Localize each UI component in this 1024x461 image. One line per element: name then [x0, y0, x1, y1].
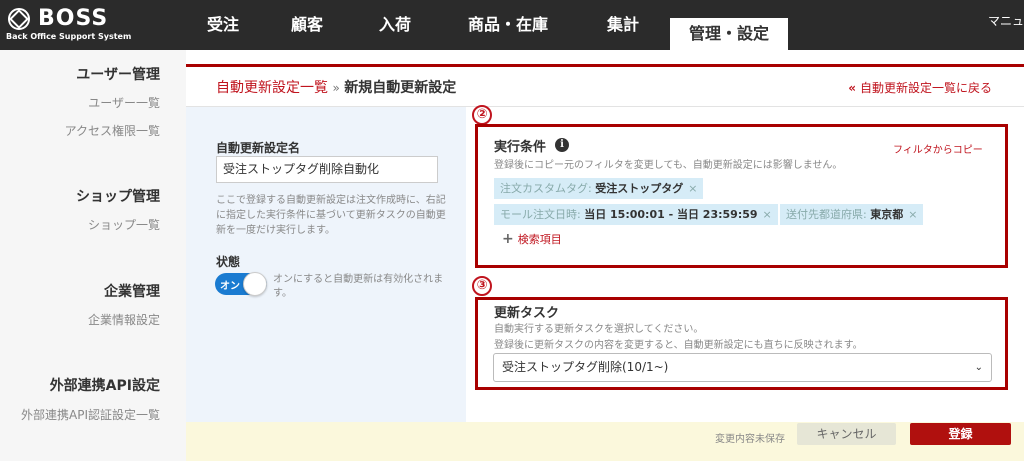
- manual-link[interactable]: マニュ: [988, 12, 1024, 29]
- condition-chip-prefecture[interactable]: 送付先都道府県: 東京都 ×: [780, 204, 924, 225]
- info-icon[interactable]: i: [555, 138, 569, 152]
- sidebar-heading-api: 外部連携API設定: [49, 378, 160, 394]
- chip-value: 東京都: [870, 208, 904, 221]
- tab-orders[interactable]: 受注: [190, 0, 256, 50]
- add-search-item-label: 検索項目: [517, 233, 562, 246]
- update-task-title: 更新タスク: [494, 306, 560, 321]
- tab-customers[interactable]: 顧客: [274, 0, 340, 50]
- action-footer: [186, 422, 1024, 461]
- sidebar-item-access-list[interactable]: アクセス権限一覧: [65, 122, 160, 139]
- status-toggle-help: オンにすると自動更新は有効化されます。: [273, 274, 444, 299]
- condition-chip-custom-tag[interactable]: 注文カスタムタグ: 受注ストップタグ ×: [494, 178, 704, 199]
- annotation-marker-2: ②: [472, 105, 492, 125]
- breadcrumb-current: 新規自動更新設定: [344, 80, 457, 96]
- status-label: 状態: [216, 255, 241, 269]
- sidebar-item-shop-list[interactable]: ショップ一覧: [88, 216, 160, 233]
- chip-value: 当日 15:00:01 - 当日 23:59:59: [584, 208, 758, 221]
- back-to-list-link[interactable]: «自動更新設定一覧に戻る: [848, 79, 992, 96]
- chip-key: 注文カスタムタグ:: [500, 182, 596, 195]
- setting-name-input[interactable]: 受注ストップタグ削除自動化: [216, 156, 438, 183]
- sidebar-item-api-list[interactable]: 外部連携API認証設定一覧: [21, 406, 160, 423]
- toggle-knob: [243, 272, 267, 296]
- sidebar-heading-user: ユーザー管理: [76, 67, 160, 83]
- chip-remove-icon[interactable]: ×: [688, 182, 697, 195]
- breadcrumb: 自動更新設定一覧 » 新規自動更新設定: [216, 77, 456, 97]
- cancel-button[interactable]: キャンセル: [797, 423, 896, 445]
- breadcrumb-separator: »: [332, 81, 340, 95]
- chip-remove-icon[interactable]: ×: [763, 208, 772, 221]
- annotation-marker-3: ③: [472, 276, 492, 296]
- chip-value: 受注ストップタグ: [595, 182, 684, 195]
- sidebar: ユーザー管理 ユーザー一覧 アクセス権限一覧 ショップ管理 ショップ一覧 企業管…: [0, 50, 186, 461]
- condition-chip-mall-order-date[interactable]: モール注文日時: 当日 15:00:01 - 当日 23:59:59 ×: [494, 204, 778, 225]
- update-task-note-1: 自動実行する更新タスクを選択してください。: [494, 324, 704, 335]
- logo-title: BOSS: [38, 6, 109, 31]
- plus-icon: +: [502, 231, 514, 247]
- tab-arrivals[interactable]: 入荷: [362, 0, 428, 50]
- boss-logo[interactable]: BOSS Back Office Support System: [6, 6, 176, 46]
- tab-admin-settings[interactable]: 管理・設定: [670, 18, 788, 50]
- double-chevron-left-icon: «: [848, 81, 856, 95]
- top-header: BOSS Back Office Support System 受注 顧客 入荷…: [0, 0, 1024, 50]
- breadcrumb-parent-link[interactable]: 自動更新設定一覧: [216, 80, 328, 96]
- setting-name-label: 自動更新設定名: [216, 141, 301, 155]
- logo-subtitle: Back Office Support System: [6, 32, 132, 41]
- sidebar-heading-shop: ショップ管理: [76, 189, 160, 205]
- chip-key: 送付先都道府県:: [786, 208, 871, 221]
- update-task-select[interactable]: 受注ストップタグ削除(10/1~) ⌄: [493, 353, 992, 382]
- add-search-item-button[interactable]: + 検索項目: [502, 231, 562, 247]
- tab-reports[interactable]: 集計: [590, 0, 656, 50]
- copy-from-filter-link[interactable]: フィルタからコピー: [893, 141, 983, 156]
- back-link-label: 自動更新設定一覧に戻る: [859, 81, 992, 95]
- update-task-selected: 受注ストップタグ削除(10/1~): [502, 360, 669, 374]
- toggle-on-label: オン: [220, 281, 240, 292]
- chip-key: モール注文日時:: [500, 208, 585, 221]
- update-task-note-2: 登録後に更新タスクの内容を変更すると、自動更新設定にも直ちに反映されます。: [494, 340, 863, 351]
- register-button[interactable]: 登録: [910, 423, 1011, 445]
- sidebar-item-company-info[interactable]: 企業情報設定: [88, 311, 160, 328]
- status-toggle[interactable]: オン: [215, 272, 267, 296]
- chip-remove-icon[interactable]: ×: [908, 208, 917, 221]
- conditions-note: 登録後にコピー元のフィルタを変更しても、自動更新設定には影響しません。: [494, 160, 843, 171]
- sidebar-item-user-list[interactable]: ユーザー一覧: [88, 94, 160, 111]
- chevron-down-icon: ⌄: [974, 362, 983, 373]
- unsaved-status: 変更内容未保存: [715, 434, 785, 445]
- conditions-title: 実行条件: [494, 140, 547, 155]
- tab-products-stock[interactable]: 商品・在庫: [450, 0, 566, 50]
- setting-name-help: ここで登録する自動更新設定は注文作成時に、右記に指定した実行条件に基づいて更新タ…: [216, 195, 446, 236]
- sidebar-heading-company: 企業管理: [104, 284, 160, 300]
- content-top-rule: [186, 64, 1024, 67]
- boss-logo-icon: [8, 8, 30, 30]
